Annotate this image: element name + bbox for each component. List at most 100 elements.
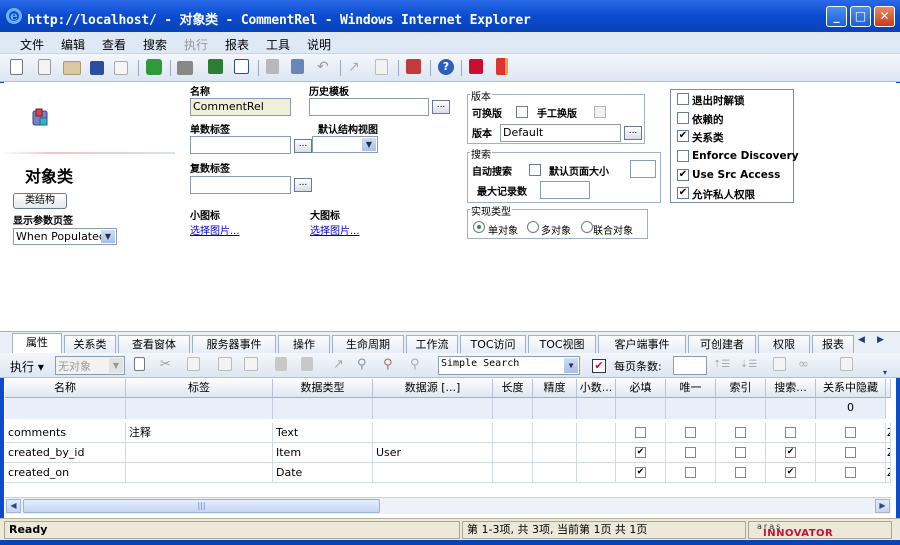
required-checkbox[interactable]: ✔ (635, 467, 646, 478)
filter-cell[interactable] (373, 398, 493, 419)
show-params-select[interactable]: When Populated ▼ (13, 228, 117, 245)
plural-label-field[interactable] (190, 176, 291, 194)
scroll-right-icon[interactable]: ▶ (875, 499, 890, 513)
grid-promote-icon[interactable]: ↗ (333, 357, 351, 375)
grid-toolbar-overflow-icon[interactable]: ▾ (883, 368, 887, 377)
menu-tools[interactable]: 工具 (266, 36, 290, 53)
cell-label[interactable] (126, 443, 273, 463)
tab-client-events[interactable]: 客户端事件 (598, 335, 686, 354)
tab-workflows[interactable]: 工作流 (406, 335, 458, 354)
menu-reports[interactable]: 报表 (225, 36, 249, 53)
menu-file[interactable]: 文件 (20, 36, 44, 53)
filter-cell[interactable] (766, 398, 816, 419)
use-src-access-checkbox[interactable]: ✔ (677, 169, 689, 181)
page-size-field[interactable] (673, 356, 707, 375)
auto-search-checkbox[interactable] (529, 164, 541, 176)
large-icon-link[interactable]: 选择图片... (310, 222, 360, 237)
cell-name[interactable]: comments (5, 423, 126, 443)
col-header-name[interactable]: 名称 (5, 379, 126, 398)
indexed-checkbox[interactable] (735, 427, 746, 438)
cell-data-source[interactable] (373, 463, 493, 483)
tab-can-add[interactable]: 可创建者 (688, 335, 756, 354)
unlock-icon[interactable] (291, 59, 304, 74)
tab-properties[interactable]: 属性 (12, 333, 62, 355)
execute-menu-button[interactable]: 执行 ▾ (10, 358, 44, 375)
filter-cell[interactable] (616, 398, 666, 419)
dependent-checkbox[interactable] (677, 112, 689, 124)
version-picker-button[interactable]: ... (624, 126, 642, 140)
cell-scale[interactable] (577, 423, 616, 443)
menu-edit[interactable]: 编辑 (61, 36, 85, 53)
cell-data-type[interactable]: Item (273, 443, 373, 463)
cell-label[interactable]: 注释 (126, 423, 273, 443)
enforce-discovery-checkbox[interactable] (677, 150, 689, 162)
table-row[interactable]: created_on Date ✔ ✔ Z (5, 463, 891, 483)
cell-length[interactable] (493, 443, 533, 463)
filter-cell[interactable] (5, 398, 126, 419)
grid-copy-icon[interactable] (840, 357, 853, 371)
scroll-left-icon[interactable]: ◀ (6, 499, 21, 513)
word-icon[interactable] (234, 59, 249, 74)
grid-new-icon[interactable] (134, 357, 145, 371)
cell-name[interactable]: created_on (5, 463, 126, 483)
manual-version-checkbox[interactable] (594, 106, 606, 118)
cell-label[interactable] (126, 463, 273, 483)
cell-length[interactable] (493, 463, 533, 483)
col-header-data-source[interactable]: 数据源 [...] (373, 379, 493, 398)
hidden-checkbox[interactable] (845, 447, 856, 458)
search-checkbox[interactable] (785, 427, 796, 438)
cell-scale[interactable] (577, 463, 616, 483)
scroll-thumb[interactable]: ||| (23, 499, 380, 513)
col-header-hidden-in-relationship[interactable]: 关系中隐藏 (816, 379, 886, 398)
cell-scale[interactable] (577, 443, 616, 463)
tab-reports[interactable]: 报表 (812, 335, 854, 354)
class-structure-button[interactable]: 类结构 (13, 193, 67, 209)
cell-precision[interactable] (533, 463, 577, 483)
menu-search[interactable]: 搜索 (143, 36, 167, 53)
table-row[interactable]: comments 注释 Text Z (5, 423, 891, 443)
required-checkbox[interactable] (635, 427, 646, 438)
col-header-length[interactable]: 长度 (493, 379, 533, 398)
filter-cell[interactable]: 0 (816, 398, 886, 419)
col-header-precision[interactable]: 精度 (533, 379, 577, 398)
exit-icon[interactable] (496, 58, 508, 75)
col-header-required[interactable]: 必填 (616, 379, 666, 398)
search-mode-select[interactable]: Simple Search ▼ (438, 356, 580, 375)
history-template-picker-button[interactable]: ... (432, 100, 450, 114)
indexed-checkbox[interactable] (735, 447, 746, 458)
cell-length[interactable] (493, 423, 533, 443)
col-header-search[interactable]: 搜索... (766, 379, 816, 398)
open-icon[interactable] (63, 61, 81, 75)
required-checkbox[interactable]: ✔ (635, 447, 646, 458)
copy-icon[interactable] (38, 59, 51, 75)
grid-delete-icon[interactable] (187, 357, 200, 371)
impl-single-radio[interactable] (473, 221, 485, 233)
plural-label-picker-button[interactable]: ... (294, 178, 312, 192)
hidden-checkbox[interactable] (845, 427, 856, 438)
cell-precision[interactable] (533, 443, 577, 463)
tab-server-events[interactable]: 服务器事件 (192, 335, 276, 354)
lock-icon[interactable] (266, 59, 279, 74)
menu-execute[interactable]: 执行 (184, 36, 208, 53)
help-icon[interactable]: ? (438, 59, 454, 75)
col-header-label[interactable]: 标签 (126, 379, 273, 398)
cell-data-type[interactable]: Text (273, 423, 373, 443)
logout-icon[interactable] (469, 59, 483, 74)
singular-label-picker-button[interactable]: ... (294, 139, 312, 153)
filter-cell[interactable] (273, 398, 373, 419)
maximize-button[interactable]: □ (850, 6, 871, 27)
filter-cell[interactable] (716, 398, 766, 419)
grid-lock-icon[interactable] (275, 357, 287, 371)
filter-cell[interactable] (666, 398, 716, 419)
name-field[interactable]: CommentRel (190, 98, 291, 116)
unique-checkbox[interactable] (685, 467, 696, 478)
menu-view[interactable]: 查看 (102, 36, 126, 53)
close-button[interactable]: ✕ (874, 6, 895, 27)
col-header-unique[interactable]: 唯一 (666, 379, 716, 398)
allow-private-permission-checkbox[interactable]: ✔ (677, 187, 689, 199)
filter-cell[interactable] (577, 398, 616, 419)
indexed-checkbox[interactable] (735, 467, 746, 478)
tab-views[interactable]: 查看窗体 (118, 335, 190, 354)
grid-clear-search-icon[interactable]: ⚲ (383, 357, 401, 375)
tab-actions[interactable]: 操作 (278, 335, 330, 354)
